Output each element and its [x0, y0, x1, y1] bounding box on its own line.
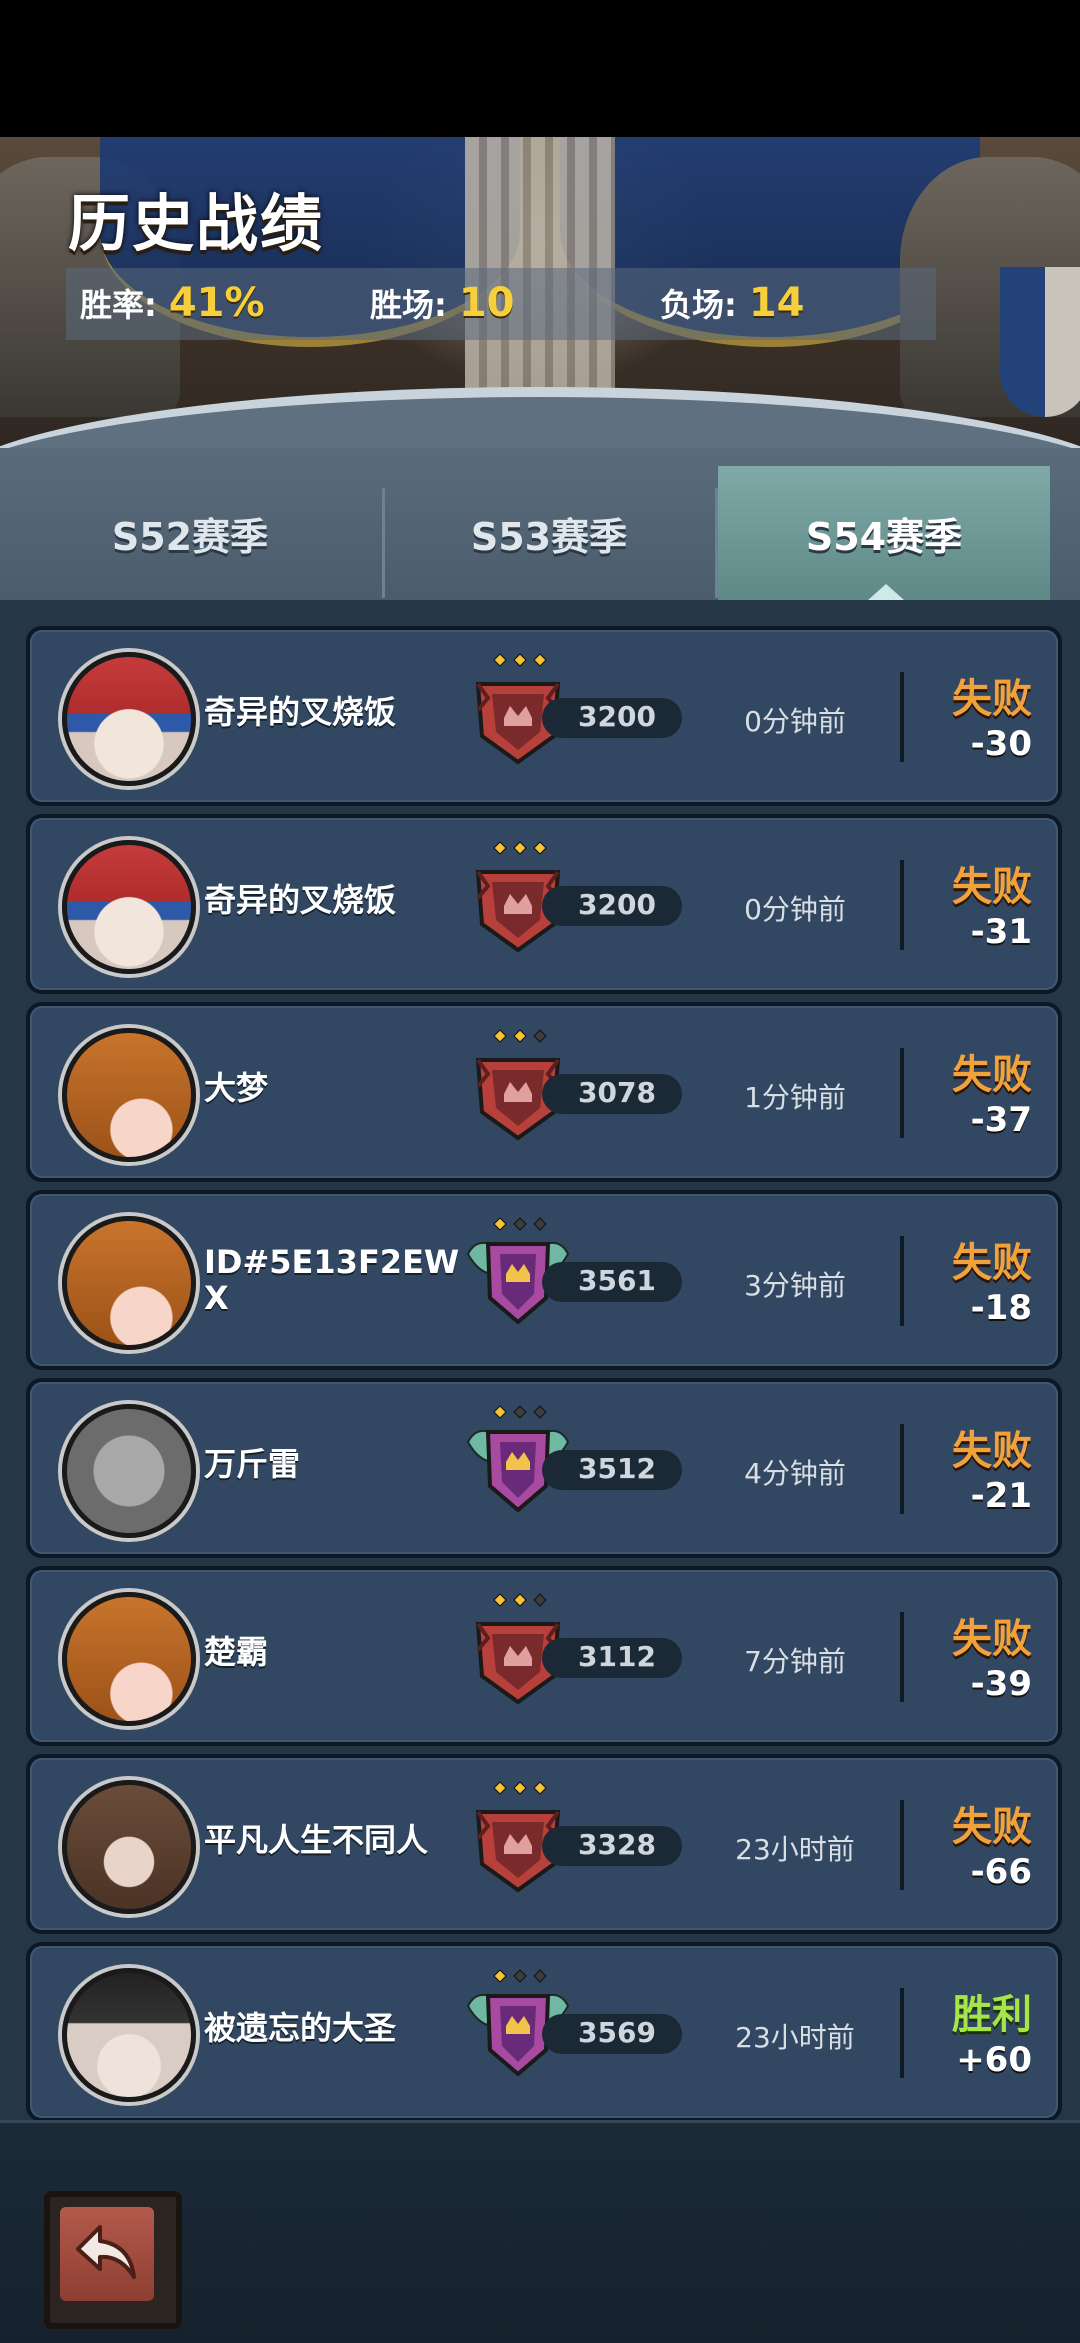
match-time: 4分钟前	[744, 1457, 846, 1490]
bottom-bar	[0, 2120, 1080, 2343]
rank-score: 3078	[578, 1076, 656, 1109]
match-time: 7分钟前	[744, 1645, 846, 1678]
wins-label: 胜场:	[370, 286, 447, 324]
robot-avatar[interactable]	[62, 1404, 196, 1538]
list-item[interactable]: 万斤雷 3512 4分钟前 失败 -21	[26, 1378, 1062, 1558]
match-result: 失败	[952, 864, 1032, 910]
list-item[interactable]: 大梦 3078 1分钟前 失败 -37	[26, 1002, 1062, 1182]
tab-s52[interactable]: S52赛季	[0, 466, 380, 600]
losses-label: 负场:	[660, 286, 737, 324]
match-result: 失败	[952, 676, 1032, 722]
win-rate-value: 41%	[168, 280, 265, 326]
match-result: 胜利	[952, 1992, 1032, 2038]
match-time: 23小时前	[735, 1833, 855, 1866]
match-history-list[interactable]: 奇异的叉烧饭 3200 0分钟前 失败 -30 奇异的叉烧饭 3200 0分钟前…	[0, 600, 1080, 2120]
back-button-face	[60, 2207, 154, 2301]
wins-value: 10	[458, 280, 515, 326]
page-title: 历史战绩	[68, 187, 325, 260]
score-change: -30	[970, 724, 1032, 764]
rank-score: 3112	[578, 1640, 656, 1673]
match-result: 失败	[952, 1052, 1032, 1098]
row-divider	[900, 1612, 904, 1702]
pumpkin-avatar[interactable]	[62, 1592, 196, 1726]
player-name: 平凡人生不同人	[204, 1821, 429, 1859]
stats-bar: 胜率: 41% 胜场: 10 负场: 14	[66, 268, 936, 340]
jester-avatar[interactable]	[62, 652, 196, 786]
row-divider	[900, 860, 904, 950]
tab-s53[interactable]: S53赛季	[384, 466, 714, 600]
row-divider	[900, 1988, 904, 2078]
row-divider	[900, 1236, 904, 1326]
row-divider	[900, 672, 904, 762]
match-result: 失败	[952, 1428, 1032, 1474]
win-rate-label: 胜率:	[80, 286, 157, 324]
match-time: 1分钟前	[744, 1081, 846, 1114]
return-arrow-icon	[76, 2225, 136, 2279]
score-change: -37	[970, 1100, 1032, 1140]
match-time: 23小时前	[735, 2021, 855, 2054]
selected-tab-indicator	[868, 584, 904, 600]
shield-decoration	[1000, 267, 1080, 417]
player-name: 万斤雷	[204, 1445, 301, 1483]
wins-stat: 胜场: 10	[370, 280, 514, 326]
thief-avatar[interactable]	[62, 1968, 196, 2102]
match-result: 失败	[952, 1804, 1032, 1850]
score-change: -18	[970, 1288, 1032, 1328]
score-change: -66	[970, 1852, 1032, 1892]
tab-s54-label: S54赛季	[805, 514, 963, 559]
status-bar	[0, 0, 1080, 137]
win-rate-stat: 胜率: 41%	[80, 280, 265, 326]
score-change: -21	[970, 1476, 1032, 1516]
rank-score: 3328	[578, 1828, 656, 1861]
row-divider	[900, 1048, 904, 1138]
row-divider	[900, 1800, 904, 1890]
back-button[interactable]	[44, 2191, 182, 2329]
list-item[interactable]: 楚霸 3112 7分钟前 失败 -39	[26, 1566, 1062, 1746]
monkey-avatar[interactable]	[62, 1780, 196, 1914]
list-item[interactable]: 奇异的叉烧饭 3200 0分钟前 失败 -31	[26, 814, 1062, 994]
player-name: 楚霸	[204, 1633, 269, 1671]
season-tabs: S52赛季 S53赛季 S54赛季	[0, 448, 1080, 600]
list-item[interactable]: 奇异的叉烧饭 3200 0分钟前 失败 -30	[26, 626, 1062, 806]
rank-score: 3569	[578, 2016, 656, 2049]
losses-stat: 负场: 14	[660, 280, 804, 326]
player-name: 大梦	[204, 1069, 269, 1107]
score-change: -31	[970, 912, 1032, 952]
losses-value: 14	[748, 280, 805, 326]
jester-avatar[interactable]	[62, 840, 196, 974]
list-item[interactable]: ID#5E13F2EWX 3561 3分钟前 失败 -18	[26, 1190, 1062, 1370]
rank-score: 3561	[578, 1264, 656, 1297]
score-change: +60	[956, 2040, 1032, 2080]
match-time: 3分钟前	[744, 1269, 846, 1302]
match-time: 0分钟前	[744, 705, 846, 738]
match-result: 失败	[952, 1240, 1032, 1286]
row-divider	[900, 1424, 904, 1514]
rank-score: 3512	[578, 1452, 656, 1485]
match-result: 失败	[952, 1616, 1032, 1662]
player-name: 被遗忘的大圣	[204, 2009, 397, 2047]
player-name: 奇异的叉烧饭	[204, 881, 397, 919]
list-item[interactable]: 平凡人生不同人 3328 23小时前 失败 -66	[26, 1754, 1062, 1934]
list-item[interactable]: 被遗忘的大圣 3569 23小时前 胜利 +60	[26, 1942, 1062, 2120]
rank-score: 3200	[578, 888, 656, 921]
player-name: 奇异的叉烧饭	[204, 693, 397, 731]
score-change: -39	[970, 1664, 1032, 1704]
player-name: ID#5E13F2EWX	[204, 1243, 460, 1317]
tab-s54[interactable]: S54赛季	[718, 466, 1050, 600]
pumpkin-avatar[interactable]	[62, 1216, 196, 1350]
match-time: 0分钟前	[744, 893, 846, 926]
pumpkin-avatar[interactable]	[62, 1028, 196, 1162]
rank-score: 3200	[578, 700, 656, 733]
